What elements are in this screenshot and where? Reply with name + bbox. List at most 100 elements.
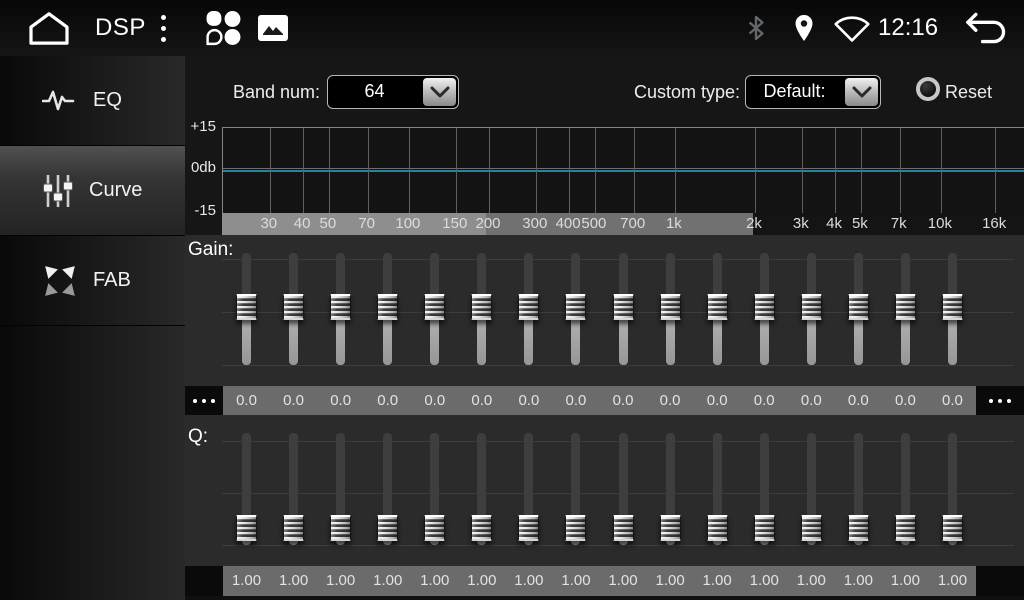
q-slider-knob[interactable]: [613, 515, 634, 541]
q-slider-knob[interactable]: [801, 515, 822, 541]
q-slider-knob[interactable]: [660, 515, 681, 541]
q-value: 1.00: [600, 566, 647, 596]
freq-tick-label: 400: [556, 213, 581, 235]
gain-slider-knob[interactable]: [565, 294, 586, 320]
gain-slider-knob[interactable]: [848, 294, 869, 320]
gain-slider[interactable]: [458, 253, 505, 365]
gain-slider-knob[interactable]: [754, 294, 775, 320]
q-slider[interactable]: [505, 433, 552, 545]
gain-more-right-button[interactable]: [976, 386, 1024, 415]
q-slider[interactable]: [552, 433, 599, 545]
q-slider-knob[interactable]: [895, 515, 916, 541]
gallery-icon[interactable]: [258, 0, 288, 56]
freq-gridline: [802, 128, 803, 213]
sidebar-item-curve[interactable]: Curve: [0, 146, 185, 236]
overflow-menu-icon[interactable]: [161, 0, 166, 56]
q-slider[interactable]: [223, 433, 270, 545]
gain-value: 0.0: [929, 386, 976, 415]
gain-slider-knob[interactable]: [707, 294, 728, 320]
gain-slider-knob[interactable]: [660, 294, 681, 320]
gain-slider-knob[interactable]: [942, 294, 963, 320]
gain-slider[interactable]: [741, 253, 788, 365]
gain-slider[interactable]: [270, 253, 317, 365]
q-slider[interactable]: [270, 433, 317, 545]
chevron-down-icon[interactable]: [845, 78, 878, 106]
sidebar-item-fab[interactable]: FAB: [0, 236, 185, 326]
q-slider[interactable]: [317, 433, 364, 545]
gain-slider[interactable]: [552, 253, 599, 365]
gain-slider[interactable]: [835, 253, 882, 365]
q-slider-knob[interactable]: [377, 515, 398, 541]
gain-slider-knob[interactable]: [377, 294, 398, 320]
gain-slider[interactable]: [223, 253, 270, 365]
freq-tick-label: 100: [395, 213, 420, 235]
q-slider-knob[interactable]: [330, 515, 351, 541]
sidebar-item-eq[interactable]: EQ: [0, 56, 185, 146]
q-slider[interactable]: [364, 433, 411, 545]
gain-slider-knob[interactable]: [801, 294, 822, 320]
q-slider[interactable]: [929, 433, 976, 545]
gain-slider-knob[interactable]: [424, 294, 445, 320]
q-slider-knob[interactable]: [754, 515, 775, 541]
q-slider-knob[interactable]: [518, 515, 539, 541]
gain-slider[interactable]: [694, 253, 741, 365]
q-slider-knob[interactable]: [565, 515, 586, 541]
gain-slider[interactable]: [600, 253, 647, 365]
q-slider[interactable]: [411, 433, 458, 545]
band-num-dropdown[interactable]: 64: [327, 75, 459, 109]
q-slider[interactable]: [741, 433, 788, 545]
gain-gridline-bottom: [222, 365, 1014, 366]
reset-label[interactable]: Reset: [945, 75, 1015, 109]
q-slider-knob[interactable]: [471, 515, 492, 541]
q-slider-knob[interactable]: [236, 515, 257, 541]
freq-gridline: [634, 128, 635, 213]
chevron-down-icon[interactable]: [423, 78, 456, 106]
q-slider-knob[interactable]: [283, 515, 304, 541]
q-slider[interactable]: [694, 433, 741, 545]
gain-slider[interactable]: [364, 253, 411, 365]
y-tick-minus15: -15: [166, 202, 216, 220]
q-value: 1.00: [505, 566, 552, 596]
gain-slider[interactable]: [929, 253, 976, 365]
gain-sliders: [223, 253, 976, 365]
home-icon[interactable]: [26, 0, 72, 56]
gain-value: 0.0: [600, 386, 647, 415]
gain-slider-knob[interactable]: [518, 294, 539, 320]
q-slider-knob[interactable]: [942, 515, 963, 541]
gain-slider-knob[interactable]: [236, 294, 257, 320]
q-slider[interactable]: [835, 433, 882, 545]
band-num-label: Band num:: [185, 75, 320, 109]
reset-radio[interactable]: [916, 77, 940, 101]
freq-tick-label: 700: [620, 213, 645, 235]
q-more-left-button[interactable]: [185, 566, 223, 600]
gain-slider-knob[interactable]: [330, 294, 351, 320]
q-more-right-button[interactable]: [976, 566, 1024, 600]
q-slider-knob[interactable]: [424, 515, 445, 541]
custom-type-dropdown[interactable]: Default:: [745, 75, 881, 109]
gain-slider-knob[interactable]: [895, 294, 916, 320]
gain-slider[interactable]: [647, 253, 694, 365]
back-icon[interactable]: [960, 0, 1012, 56]
gain-more-left-button[interactable]: [185, 386, 223, 415]
q-slider[interactable]: [458, 433, 505, 545]
y-tick-0db: 0db: [166, 159, 216, 177]
gain-slider-knob[interactable]: [471, 294, 492, 320]
q-slider[interactable]: [600, 433, 647, 545]
freq-gridline: [569, 128, 570, 213]
q-value: 1.00: [411, 566, 458, 596]
q-slider-knob[interactable]: [848, 515, 869, 541]
gain-slider[interactable]: [882, 253, 929, 365]
q-slider[interactable]: [647, 433, 694, 545]
apps-clover-icon[interactable]: [205, 0, 242, 56]
gain-slider[interactable]: [788, 253, 835, 365]
gain-slider-knob[interactable]: [283, 294, 304, 320]
q-values: 1.001.001.001.001.001.001.001.001.001.00…: [223, 566, 976, 596]
gain-slider[interactable]: [505, 253, 552, 365]
gain-slider-knob[interactable]: [613, 294, 634, 320]
gain-slider[interactable]: [411, 253, 458, 365]
q-slider[interactable]: [788, 433, 835, 545]
q-value: 1.00: [694, 566, 741, 596]
q-slider-knob[interactable]: [707, 515, 728, 541]
gain-slider[interactable]: [317, 253, 364, 365]
q-slider[interactable]: [882, 433, 929, 545]
